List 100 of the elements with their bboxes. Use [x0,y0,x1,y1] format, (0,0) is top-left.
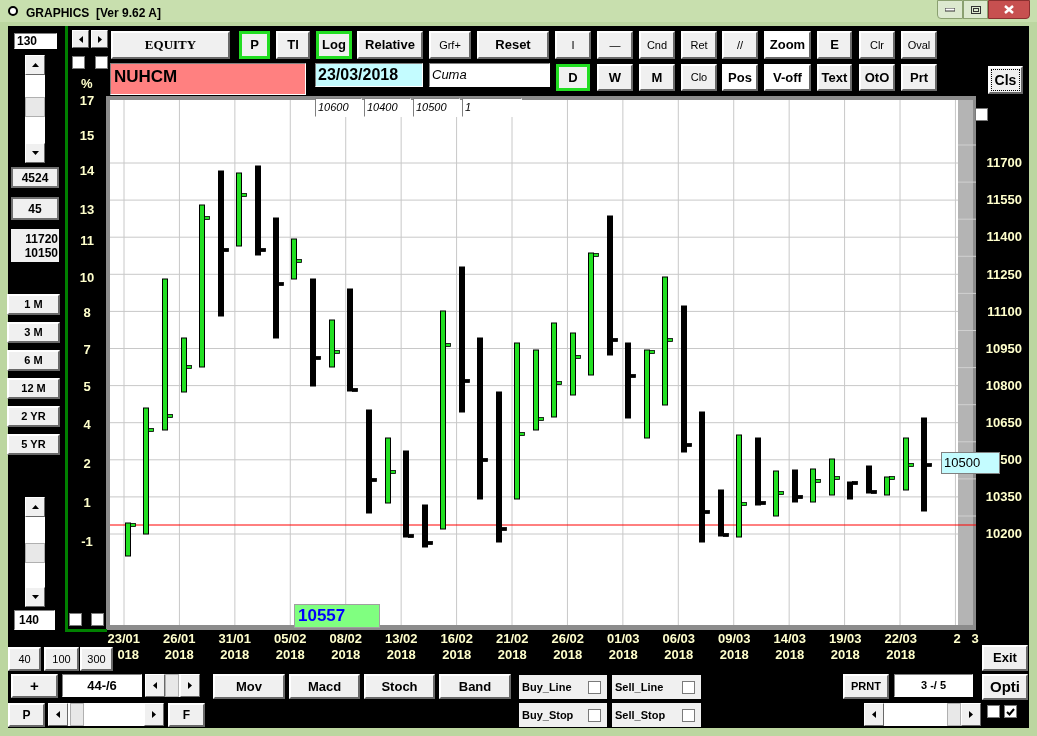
toolbar-button[interactable]: V-off [764,64,811,91]
level-field[interactable]: 10600 [315,98,362,117]
input-field[interactable]: 140 [14,610,55,630]
year-label: 2018 [220,647,250,663]
scroll-right-button[interactable] [144,703,164,726]
scroll-thumb[interactable] [70,703,84,726]
option-label: Sell_Line [615,679,664,695]
scroll-thumb[interactable] [25,543,45,563]
toolbar-button[interactable]: P [239,31,270,59]
toolbar-button[interactable]: // [722,31,758,59]
add-button[interactable]: + [11,674,58,698]
close-chart-button[interactable]: Cls [988,66,1023,94]
checkbox[interactable] [91,613,104,626]
options-button[interactable]: Opti [982,674,1028,700]
date-label: 14/03 [773,631,806,647]
scroll-left-button[interactable] [145,674,165,697]
scrollbar[interactable] [48,703,164,726]
level-field[interactable]: 10500 [413,98,460,117]
scroll-left-button[interactable] [48,703,68,726]
year-label: 018 [116,647,140,663]
period-button[interactable]: 1 M [7,294,60,315]
bar-count-button[interactable]: 300 [80,647,113,671]
toolbar-button[interactable]: E [817,31,852,59]
cursor-value-label: 10557 [294,604,380,628]
indicator-button[interactable]: Macd [289,674,360,699]
exit-button[interactable]: Exit [982,645,1028,671]
scroll-left-button[interactable] [72,30,89,48]
scroll-right-button[interactable] [180,674,200,697]
year-label: 2018 [331,647,361,663]
scroll-down-button[interactable] [25,587,45,607]
weekday-field[interactable]: Cuma [429,63,550,87]
scrollbar[interactable] [864,703,981,726]
scroll-up-button[interactable] [25,55,45,75]
counter-field[interactable]: 44-/6 [62,674,142,697]
previous-button[interactable]: P [8,703,45,727]
toolbar-button[interactable]: Text [817,64,852,91]
checkbox[interactable] [588,708,601,722]
toolbar-button[interactable]: Cnd [639,31,675,59]
checkbox[interactable] [987,705,1000,718]
toolbar-button[interactable]: Grf+ [429,31,471,59]
toolbar-button[interactable]: Zoom [764,31,811,59]
scroll-up-button[interactable] [25,497,45,517]
axis-label: 10650 [985,413,1022,432]
checkbox[interactable] [975,108,988,121]
date-field[interactable]: 23/03/2018 [315,63,423,87]
toolbar-button[interactable]: Relative [357,31,423,59]
scroll-left-button[interactable] [864,703,884,726]
toolbar-button[interactable]: Prt [901,64,937,91]
print-button[interactable]: PRNT [843,674,889,699]
checkbox[interactable] [682,680,695,694]
toolbar-button[interactable]: Pos [722,64,758,91]
level-field[interactable]: 10400 [364,98,411,117]
left-arrow-icon [56,711,60,718]
toolbar-button[interactable]: OtO [859,64,895,91]
toolbar-button[interactable]: Clo [681,64,717,91]
input-field[interactable]: 130 [14,33,57,49]
period-button[interactable]: 6 M [7,350,60,371]
checkbox[interactable] [69,613,82,626]
scroll-thumb[interactable] [25,97,45,117]
toolbar-button[interactable]: — [597,31,633,59]
period-button[interactable]: 3 M [7,322,60,343]
checkbox[interactable] [682,708,695,722]
indicator-button[interactable]: Mov [213,674,285,699]
toolbar-button[interactable]: I [555,31,591,59]
scroll-right-button[interactable] [91,30,108,48]
scroll-thumb[interactable] [165,674,179,697]
left-arrow-icon [153,682,157,689]
toolbar-button[interactable]: Clr [859,31,895,59]
scrollbar[interactable] [25,497,45,607]
period-button[interactable]: 5 YR [7,434,60,455]
toolbar-button[interactable]: EQUITY [111,31,230,59]
bar-count-button[interactable]: 100 [44,647,79,671]
toolbar-button[interactable]: W [597,64,633,91]
toolbar-button[interactable]: D [556,64,590,91]
bar-count-button[interactable]: 40 [8,647,41,671]
checkbox[interactable] [72,56,85,69]
period-button[interactable]: 12 M [7,378,60,399]
scrollbar[interactable] [25,55,45,163]
toolbar-button[interactable]: Ret [681,31,717,59]
close-button[interactable] [988,0,1030,19]
scroll-down-button[interactable] [25,143,45,163]
checkbox[interactable] [588,680,601,694]
period-button[interactable]: 2 YR [7,406,60,427]
checkbox[interactable] [95,56,108,69]
toolbar-button[interactable]: Tl [276,31,310,59]
toolbar-button[interactable]: Oval [901,31,937,59]
scroll-thumb[interactable] [947,703,961,726]
indicator-button[interactable]: Band [439,674,511,699]
level-field[interactable]: 1 [462,98,522,117]
toolbar-button[interactable]: Reset [477,31,549,59]
indicator-button[interactable]: Stoch [364,674,435,699]
symbol-field[interactable]: NUHCM [110,63,306,95]
scroll-right-button[interactable] [961,703,981,726]
checkbox[interactable] [1004,705,1017,718]
toolbar-button[interactable]: Log [316,31,352,59]
scrollbar[interactable] [145,674,200,697]
toolbar-button[interactable]: M [639,64,675,91]
maximize-button[interactable] [963,0,988,19]
page-field[interactable]: 3 -/ 5 [894,674,973,697]
forward-button[interactable]: F [168,703,205,727]
